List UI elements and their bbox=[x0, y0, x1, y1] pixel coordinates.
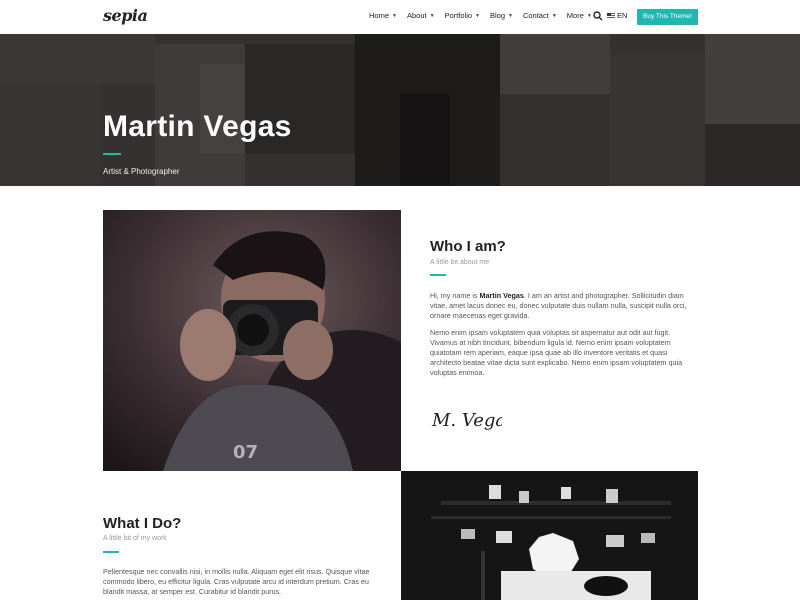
nav-item-more[interactable]: More ▼ bbox=[567, 11, 592, 20]
services-paragraph: Pellentesque nec convallis nisi, in moll… bbox=[103, 567, 370, 596]
nav-item-about[interactable]: About ▼ bbox=[407, 11, 435, 20]
chevron-down-icon: ▼ bbox=[429, 12, 435, 19]
about-name: Martin Vegas bbox=[479, 291, 524, 300]
chevron-down-icon: ▼ bbox=[508, 12, 513, 19]
nav-item-label: Contact bbox=[522, 11, 549, 20]
portrait-photo: 07 bbox=[103, 210, 401, 471]
signature-image: M. Vegas bbox=[431, 410, 502, 431]
language-switcher[interactable]: EN bbox=[607, 11, 627, 20]
search-icon[interactable] bbox=[593, 11, 603, 21]
site-logo[interactable]: sepia bbox=[103, 6, 148, 25]
photographer-image: 07 bbox=[103, 210, 401, 471]
language-label: EN bbox=[617, 11, 628, 20]
page-subtitle: Artist & Photographer bbox=[103, 167, 180, 176]
nav-item-label: Portfolio bbox=[444, 11, 473, 20]
flag-icon bbox=[607, 13, 615, 18]
about-paragraph-2: Nemo enim ipsam voluptatem quia voluptas… bbox=[430, 328, 683, 377]
hero-banner: Martin Vegas Artist & Photographer bbox=[0, 34, 800, 186]
page-title: Martin Vegas bbox=[103, 110, 292, 143]
chevron-down-icon: ▼ bbox=[551, 12, 557, 19]
chevron-down-icon: ▼ bbox=[475, 12, 480, 19]
svg-text:07: 07 bbox=[233, 442, 258, 463]
studio-photo bbox=[401, 471, 698, 600]
nav-item-label: Home bbox=[369, 11, 390, 20]
title-divider bbox=[103, 153, 121, 155]
buy-theme-button[interactable]: Buy This Theme! bbox=[637, 9, 698, 25]
nav-item-contact[interactable]: Contact ▼ bbox=[523, 11, 557, 20]
chevron-down-icon: ▼ bbox=[586, 12, 592, 19]
nav-item-blog[interactable]: Blog ▼ bbox=[490, 11, 513, 20]
site-header: sepia Home ▼ About ▼ Portfolio ▼ Blog ▼ Cont… bbox=[0, 0, 800, 34]
chevron-down-icon: ▼ bbox=[392, 12, 397, 19]
services-subtitle: A little bit of my work bbox=[103, 535, 167, 542]
services-divider bbox=[103, 551, 119, 553]
main-nav: Home ▼ About ▼ Portfolio ▼ Blog ▼ Contact ▼ M… bbox=[369, 11, 602, 20]
about-subtitle: A little bit about me bbox=[430, 259, 490, 266]
services-title: What I Do? bbox=[103, 515, 182, 532]
about-text: Hi, my name is bbox=[430, 291, 480, 300]
about-divider bbox=[430, 274, 446, 276]
nav-item-label: More bbox=[566, 11, 584, 20]
about-title: Who I am? bbox=[430, 238, 506, 255]
nav-item-portfolio[interactable]: Portfolio ▼ bbox=[445, 11, 480, 20]
studio-image bbox=[401, 471, 698, 600]
nav-item-home[interactable]: Home ▼ bbox=[369, 11, 397, 20]
about-paragraph-1: Hi, my name is Martin Vegas. I am an art… bbox=[430, 291, 698, 321]
nav-item-label: Blog bbox=[490, 11, 506, 20]
nav-item-label: About bbox=[406, 11, 427, 20]
signature-text: M. Vegas bbox=[431, 410, 502, 431]
